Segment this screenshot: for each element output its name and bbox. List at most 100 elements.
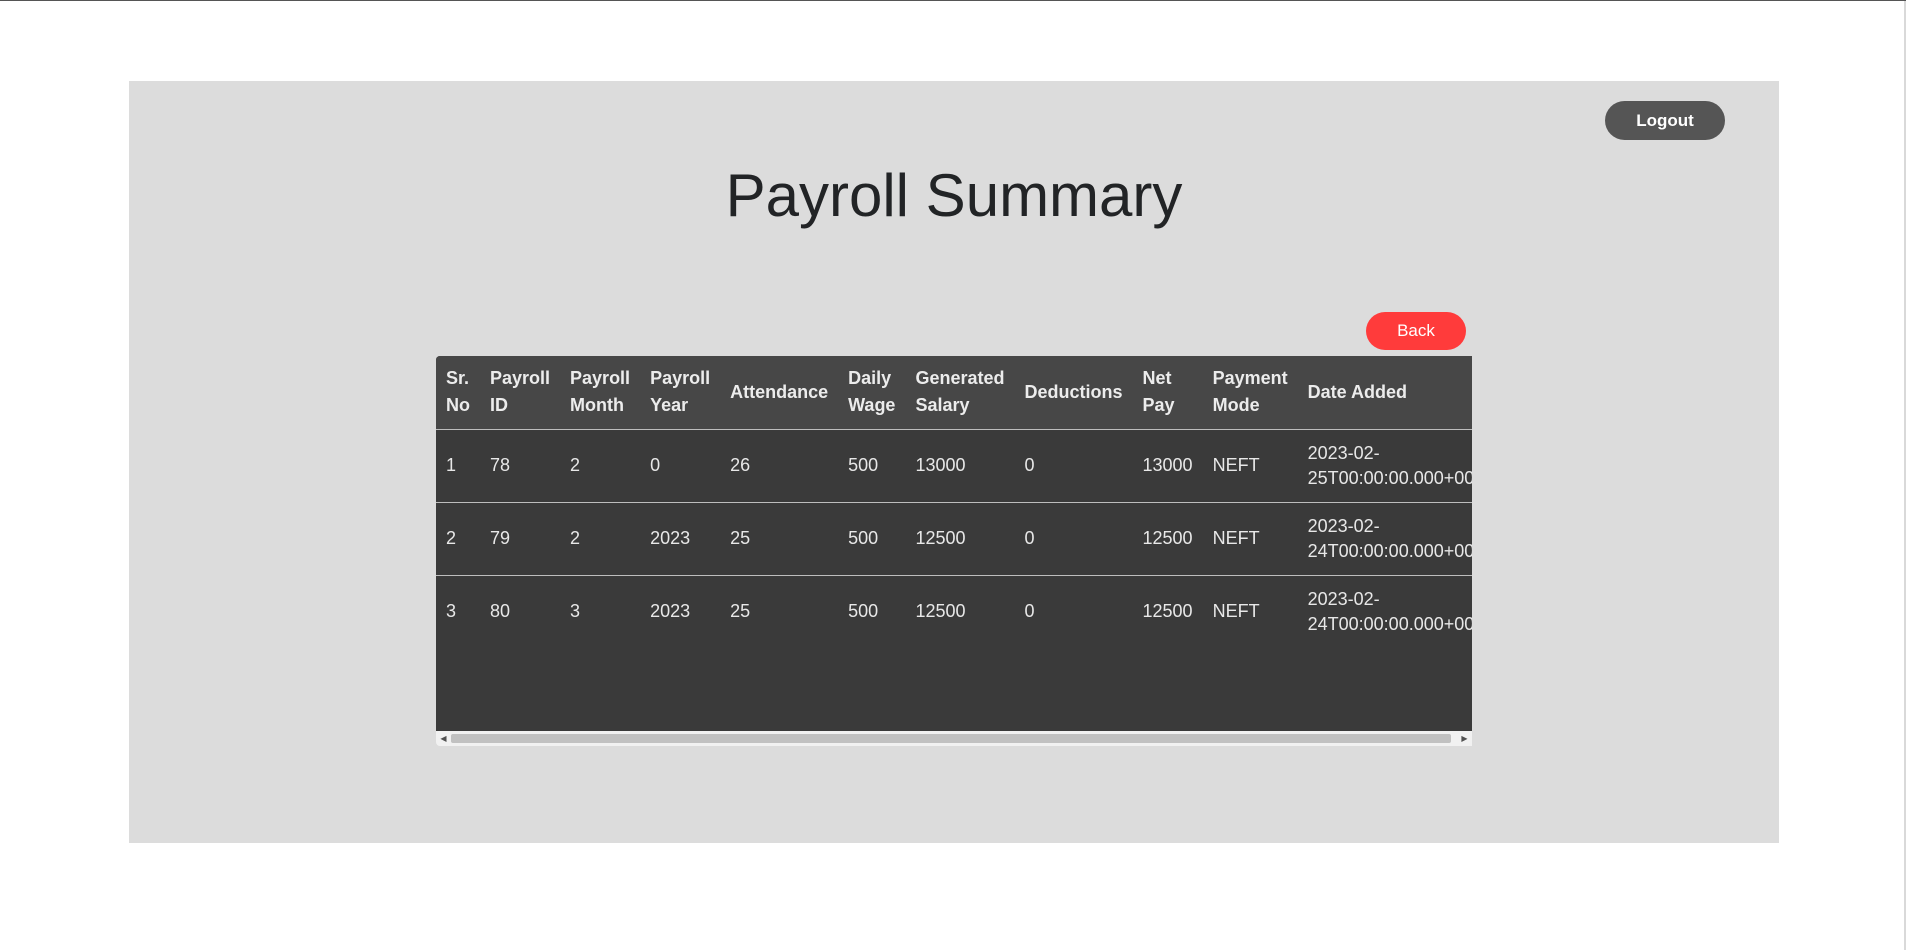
logout-button[interactable]: Logout [1605,101,1725,140]
column-header-text: Attendance [730,381,829,402]
column-header-text: Payment [1212,368,1288,389]
table-cell-text: 80 [490,601,511,622]
column-header-text: Year [650,395,689,416]
column-header-text: Salary [915,395,970,416]
table-cell-text: 0 [1024,528,1035,548]
table-cell: 26 [720,429,838,502]
table-cell: 2023 [640,575,720,648]
column-header: Payroll Month [560,356,640,429]
table-cell: 0 [1015,429,1133,502]
table-cell: 79 [480,502,560,575]
table-cell: 1 [436,429,480,502]
column-header-text: Mode [1212,395,1260,416]
table-row: 2 79 2 2023 25 500 12500 0 12500 NEFT 2023-02- 24T0… [436,502,1472,575]
table-cell-text: 500 [848,528,879,548]
table-cell: NEFT [1203,429,1298,502]
table-cell-text: 2 [446,528,457,548]
table-cell-text: 500 [848,455,879,475]
table-cell: 2023-02- 24T00:00:00.000+00:00 [1298,502,1472,575]
column-header: Payroll ID [480,356,560,429]
table-cell-text: 2023-02- [1307,588,1380,609]
table-cell-text: 2023-02- [1307,515,1380,536]
column-header-text: Pay [1142,395,1175,416]
table-cell-text: 3 [446,601,457,622]
table-cell: 80 [480,575,560,648]
column-header-text: Sr. [446,368,470,389]
table-cell-text: 2 [570,528,581,548]
table-cell-text: 2023 [650,528,691,548]
scroll-left-icon[interactable]: ◀ [436,731,451,746]
column-header: Payment Mode [1203,356,1298,429]
table-cell: 78 [480,429,560,502]
table-cell-text: 13000 [1142,455,1193,475]
table-cell-text: 25 [730,601,751,622]
table-cell-text: 25T00:00:00.000+00:00 [1307,467,1472,488]
table-cell: 0 [640,429,720,502]
column-header: Daily Wage [838,356,905,429]
column-header-text: Generated [915,368,1005,389]
column-header: Sr. No [436,356,480,429]
table-cell-text: 500 [848,601,879,622]
table-cell-text: 2023 [650,601,691,622]
table-cell: 500 [838,575,905,648]
table-row: 1 78 2 0 26 500 13000 0 13000 NEFT 2023-02- 25T00:0… [436,429,1472,502]
page-title: Payroll Summary [725,162,1183,229]
column-header: Payroll Year [640,356,720,429]
table-cell-text: NEFT [1212,528,1260,548]
scroll-right-icon[interactable]: ▶ [1457,731,1472,746]
table-cell: 2 [560,502,640,575]
table-cell-text: 0 [1024,601,1035,622]
top-border [0,0,1906,1]
column-header: Attendance [720,356,838,429]
table-cell-text: 12500 [915,528,966,548]
table-cell: 25 [720,502,838,575]
table-cell-text: 79 [490,528,511,548]
table-cell-text: 2023-02- [1307,442,1380,463]
column-header: Net Pay [1133,356,1203,429]
table-cell: 2023-02- 24T00:00:00.000+00:00 [1298,575,1472,648]
column-header-text: Daily [848,368,892,389]
column-header-text: Wage [848,395,896,416]
back-button[interactable]: Back [1366,312,1466,350]
table-cell-text: 0 [1024,455,1035,475]
column-header: Date Added [1298,356,1472,429]
column-header: Deductions [1015,356,1133,429]
table-cell: 500 [838,429,905,502]
table-cell: 12500 [1133,502,1203,575]
table-cell: 0 [1015,502,1133,575]
table-cell-text: 12500 [1142,528,1193,548]
column-header-text: Payroll [570,368,631,389]
table-cell: 12500 [1133,575,1203,648]
table-cell: 25 [720,575,838,648]
column-header: Generated Salary [905,356,1014,429]
column-header-text: Net [1142,368,1172,389]
table-cell-text: 3 [570,601,581,622]
column-header-text: Payroll [650,368,711,389]
main-panel: Logout Payroll Summary Back Sr. No Payroll… [129,81,1779,843]
table-cell: 3 [560,575,640,648]
table-cell: 13000 [905,429,1014,502]
table-cell: 13000 [1133,429,1203,502]
table-cell-text: 24T00:00:00.000+00:00 [1307,613,1472,634]
table-cell-text: 12500 [1142,601,1193,622]
table-cell: 2023 [640,502,720,575]
table-cell-text: 1 [446,455,457,475]
table-cell: 2 [560,429,640,502]
column-header-text: No [446,395,470,416]
table-cell-text: NEFT [1212,601,1260,622]
column-header-text: ID [490,395,508,416]
horizontal-scrollbar[interactable]: ◀ ▶ [436,731,1472,746]
table-row: 3 80 3 2023 25 500 12500 0 12500 NEFT 2023-02- 24T0… [436,575,1472,648]
scrollbar-thumb[interactable] [451,734,1451,743]
table-cell: 12500 [905,575,1014,648]
table-cell: NEFT [1203,575,1298,648]
table-cell: 500 [838,502,905,575]
column-header-text: Month [570,395,625,416]
table-cell-text: NEFT [1212,455,1260,475]
column-header-text: Date Added [1307,381,1407,402]
table-cell-text: 78 [490,455,511,475]
table-cell-text: 2 [570,455,581,475]
table-header-row: Sr. No Payroll ID Payroll Month Payroll Year Att… [436,356,1472,429]
column-header-text: Deductions [1024,381,1123,402]
payroll-table-container: Sr. No Payroll ID Payroll Month Payroll Year Att… [436,356,1472,746]
